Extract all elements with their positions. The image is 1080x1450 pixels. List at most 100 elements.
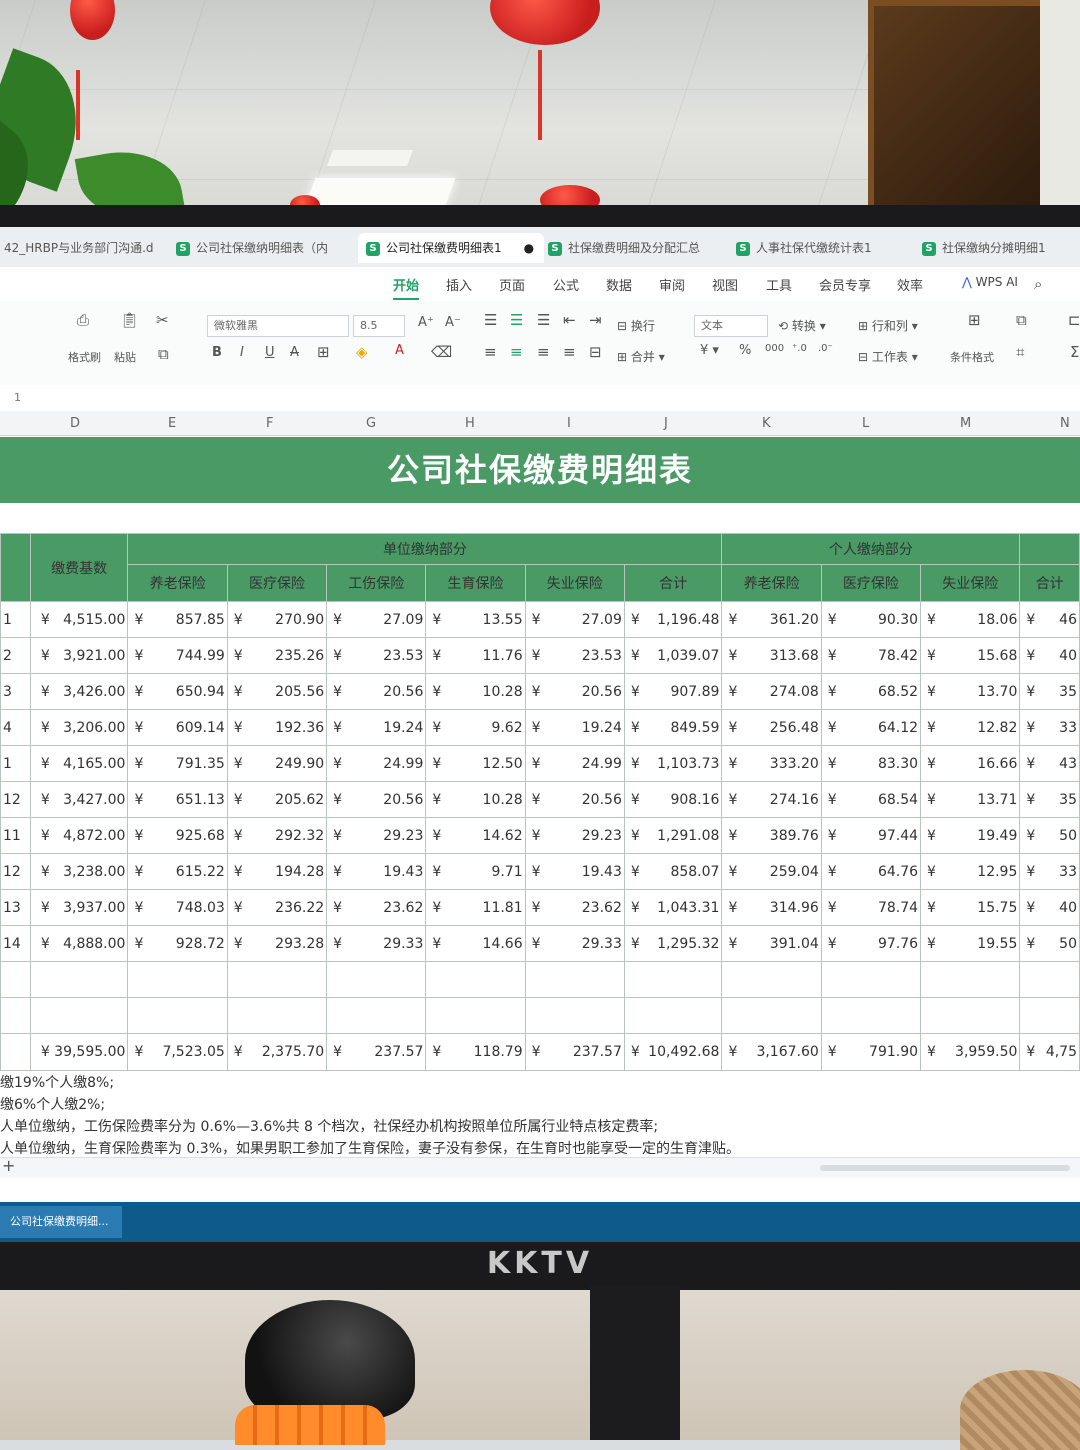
personal-medical-cell[interactable]: ¥97.76 — [820, 925, 922, 962]
base-amount-cell[interactable]: ¥3,427.00 — [29, 781, 129, 818]
sum-icon[interactable]: Σ — [1070, 343, 1079, 361]
company-pension-cell[interactable]: ¥928.72 — [127, 925, 228, 962]
row-id-cell[interactable]: 1 — [0, 745, 31, 782]
company-maternity-cell[interactable]: ¥14.66 — [425, 925, 526, 962]
column-header[interactable]: J — [664, 416, 668, 431]
company-pension-cell[interactable]: ¥857.85 — [127, 601, 228, 638]
personal-total-cell[interactable]: ¥33 — [1019, 853, 1080, 890]
company-maternity-cell[interactable]: ¥12.50 — [425, 745, 526, 782]
personal-unemployment-cell[interactable]: ¥18.06 — [920, 601, 1021, 638]
row-id-cell[interactable]: 4 — [0, 709, 31, 746]
company-medical-cell[interactable]: ¥292.32 — [226, 817, 328, 854]
column-header[interactable]: H — [465, 416, 475, 431]
tab-review[interactable]: 审阅 — [659, 275, 685, 294]
tab-page[interactable]: 页面 — [499, 275, 525, 294]
row-id-cell[interactable]: 13 — [0, 889, 31, 926]
align-right-icon[interactable]: ≡ — [537, 343, 550, 361]
company-pension-cell[interactable]: ¥748.03 — [127, 889, 228, 926]
company-pension-cell[interactable]: ¥744.99 — [127, 637, 228, 674]
font-name-select[interactable]: 微软雅黑 — [207, 315, 349, 337]
header-company-total[interactable]: 合计 — [623, 564, 723, 602]
base-amount-cell[interactable]: ¥4,165.00 — [29, 745, 129, 782]
company-pension-cell[interactable]: ¥609.14 — [127, 709, 228, 746]
company-total-cell[interactable]: ¥1,295.32 — [623, 925, 723, 962]
company-total-cell[interactable]: ¥1,043.31 — [623, 889, 723, 926]
header-company-pension[interactable]: 养老保险 — [127, 564, 228, 602]
company-injury-cell[interactable]: ¥20.56 — [326, 781, 427, 818]
company-total-cell[interactable]: ¥1,196.48 — [623, 601, 723, 638]
company-pension-cell[interactable]: ¥650.94 — [127, 673, 228, 710]
empty-cell[interactable] — [127, 997, 228, 1034]
personal-total-cell[interactable]: ¥46 — [1019, 601, 1080, 638]
company-injury-cell[interactable]: ¥23.53 — [326, 637, 427, 674]
base-amount-cell[interactable]: ¥4,888.00 — [29, 925, 129, 962]
empty-cell[interactable] — [524, 997, 625, 1034]
company-injury-cell[interactable]: ¥23.62 — [326, 889, 427, 926]
cell[interactable] — [1019, 533, 1080, 565]
company-unemployment-cell[interactable]: ¥23.53 — [524, 637, 625, 674]
company-total-cell[interactable]: ¥1,039.07 — [623, 637, 723, 674]
close-dot-icon[interactable]: ● — [524, 241, 534, 255]
company-maternity-cell[interactable]: ¥11.81 — [425, 889, 526, 926]
tab-insert[interactable]: 插入 — [446, 275, 472, 294]
header-company-medical[interactable]: 医疗保险 — [226, 564, 328, 602]
personal-medical-cell[interactable]: ¥78.42 — [820, 637, 922, 674]
company-unemployment-cell[interactable]: ¥29.33 — [524, 925, 625, 962]
personal-pension-cell[interactable]: ¥274.16 — [721, 781, 822, 818]
empty-cell[interactable] — [425, 961, 526, 998]
decrease-decimal-icon[interactable]: .0⁻ — [818, 343, 833, 354]
distributed-icon[interactable]: ⊟ — [589, 343, 602, 361]
header-company-unemployment[interactable]: 失业保险 — [524, 564, 625, 602]
tab-efficiency[interactable]: 效率 — [897, 275, 923, 294]
clear-icon[interactable]: ⌫ — [431, 343, 452, 361]
personal-total-cell[interactable]: ¥35 — [1019, 781, 1080, 818]
bold-icon[interactable]: B — [212, 345, 222, 360]
tab-doc-3[interactable]: S 公司社保缴费明细表1 ● — [358, 233, 544, 263]
cell[interactable] — [0, 533, 31, 602]
format-painter-label[interactable]: 格式刷 — [68, 349, 101, 365]
company-unemployment-cell[interactable]: ¥19.24 — [524, 709, 625, 746]
row-id-cell[interactable]: 12 — [0, 781, 31, 818]
company-unemployment-cell[interactable]: ¥20.56 — [524, 673, 625, 710]
company-unemployment-cell[interactable]: ¥237.57 — [524, 1033, 625, 1071]
paste-icon[interactable]: 📋︎ — [120, 311, 139, 329]
empty-cell[interactable] — [326, 997, 427, 1034]
column-header[interactable]: E — [168, 416, 176, 431]
row-col-button[interactable]: ⊞ 行和列 ▾ — [858, 317, 918, 334]
column-header[interactable]: K — [762, 416, 771, 431]
column-header[interactable]: D — [70, 416, 80, 431]
personal-unemployment-cell[interactable]: ¥3,959.50 — [920, 1033, 1021, 1071]
company-pension-cell[interactable]: ¥925.68 — [127, 817, 228, 854]
company-total-cell[interactable]: ¥858.07 — [623, 853, 723, 890]
company-total-cell[interactable]: ¥10,492.68 — [623, 1033, 723, 1071]
company-maternity-cell[interactable]: ¥13.55 — [425, 601, 526, 638]
company-injury-cell[interactable]: ¥29.33 — [326, 925, 427, 962]
personal-total-cell[interactable]: ¥50 — [1019, 925, 1080, 962]
header-personal-pension[interactable]: 养老保险 — [721, 564, 822, 602]
conditional-format-label[interactable]: 条件格式 — [950, 349, 994, 365]
header-personal-unemployment[interactable]: 失业保险 — [920, 564, 1021, 602]
empty-cell[interactable] — [0, 961, 31, 998]
company-maternity-cell[interactable]: ¥118.79 — [425, 1033, 526, 1071]
tab-member[interactable]: 会员专享 — [819, 275, 871, 294]
personal-pension-cell[interactable]: ¥314.96 — [721, 889, 822, 926]
company-group-header[interactable]: 单位缴纳部分 — [127, 533, 723, 565]
row-id-cell[interactable]: 1 — [0, 601, 31, 638]
empty-cell[interactable] — [920, 997, 1021, 1034]
personal-pension-cell[interactable]: ¥313.68 — [721, 637, 822, 674]
wps-ai-button[interactable]: ⋀ WPS AI — [962, 275, 1018, 289]
personal-medical-cell[interactable]: ¥90.30 — [820, 601, 922, 638]
worksheet-button[interactable]: ⊟ 工作表 ▾ — [858, 348, 918, 365]
company-medical-cell[interactable]: ¥249.90 — [226, 745, 328, 782]
company-unemployment-cell[interactable]: ¥27.09 — [524, 601, 625, 638]
personal-medical-cell[interactable]: ¥78.74 — [820, 889, 922, 926]
empty-cell[interactable] — [226, 997, 328, 1034]
tab-doc-4[interactable]: S 社保缴费明细及分配汇总 — [548, 233, 720, 263]
tab-data[interactable]: 数据 — [606, 275, 632, 294]
personal-unemployment-cell[interactable]: ¥12.82 — [920, 709, 1021, 746]
company-medical-cell[interactable]: ¥205.62 — [226, 781, 328, 818]
company-injury-cell[interactable]: ¥24.99 — [326, 745, 427, 782]
tab-home[interactable]: 开始 — [393, 275, 420, 300]
empty-cell[interactable] — [1019, 961, 1080, 998]
company-injury-cell[interactable]: ¥29.23 — [326, 817, 427, 854]
